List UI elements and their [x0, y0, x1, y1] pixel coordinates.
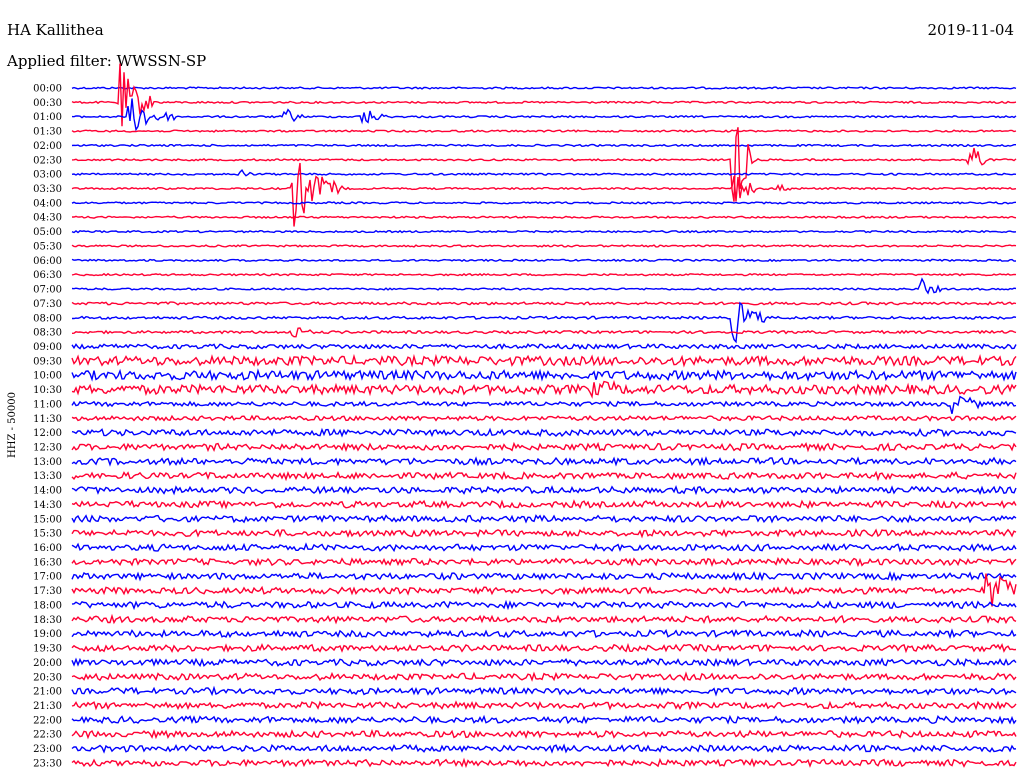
row-label: 20:30: [33, 672, 62, 683]
trace-line: [71, 229, 1017, 234]
row-label: 06:30: [33, 270, 62, 281]
row-label: 14:00: [33, 486, 62, 497]
row-label: 05:30: [33, 241, 62, 252]
trace-line: [71, 700, 1017, 711]
trace-line: [71, 714, 1017, 725]
trace-line: [71, 499, 1017, 510]
row-label: 10:00: [33, 371, 62, 382]
row-label: 04:30: [33, 213, 62, 224]
row-label: 16:30: [33, 557, 62, 568]
trace-line: [71, 342, 1017, 350]
row-label: 04:00: [33, 198, 62, 209]
trace-line: [71, 542, 1017, 553]
row-label: 07:30: [33, 299, 62, 310]
trace-line: [71, 414, 1017, 422]
trace-line: [71, 327, 1017, 338]
trace-line: [71, 556, 1017, 568]
row-label: 01:30: [33, 127, 62, 138]
row-label: 00:00: [33, 84, 62, 95]
trace-line: [71, 514, 1017, 524]
row-label: 12:00: [33, 428, 62, 439]
row-label: 14:30: [33, 500, 62, 511]
seismic-traces: [71, 63, 1017, 769]
trace-line: [71, 201, 1017, 205]
trace-line: [71, 484, 1017, 496]
trace-line: [71, 272, 1017, 277]
trace-line: [71, 427, 1017, 438]
trace-line: [71, 456, 1017, 467]
row-label: 22:30: [33, 730, 62, 741]
trace-line: [71, 129, 1017, 133]
row-label: 03:00: [33, 170, 62, 181]
trace-line: [71, 379, 1017, 399]
row-label: 22:00: [33, 715, 62, 726]
trace-line: [71, 528, 1017, 539]
row-label: 13:00: [33, 457, 62, 468]
time-row-labels: 00:00 00:30 01:00 01:30 02:00 02:30 03:00 03:30…: [33, 84, 62, 770]
trace-line: [71, 757, 1017, 769]
trace-line: [71, 127, 1017, 202]
row-label: 16:00: [33, 543, 62, 554]
filter-label: Applied filter: WWSSN-SP: [6, 52, 206, 70]
row-label: 00:30: [33, 98, 62, 109]
row-label: 01:00: [33, 112, 62, 123]
row-label: 10:30: [33, 385, 62, 396]
trace-line: [72, 215, 1017, 219]
row-label: 17:30: [33, 586, 62, 597]
row-label: 15:30: [33, 529, 62, 540]
trace-line: [71, 671, 1017, 682]
row-label: 08:00: [33, 313, 62, 324]
trace-line: [71, 599, 1017, 611]
trace-line: [71, 368, 1017, 382]
chart-date: 2019-11-04: [928, 21, 1014, 39]
trace-line: [71, 743, 1017, 754]
row-label: 12:30: [33, 443, 62, 454]
trace-line: [71, 441, 1017, 453]
row-label: 02:00: [33, 141, 62, 152]
trace-line: [71, 301, 1017, 306]
trace-line: [71, 570, 1017, 582]
row-label: 15:00: [33, 514, 62, 525]
row-label: 07:00: [33, 285, 62, 296]
trace-line: [71, 244, 1017, 248]
row-label: 18:30: [33, 615, 62, 626]
row-label: 09:30: [33, 356, 62, 367]
row-label: 06:00: [33, 256, 62, 267]
row-label: 21:00: [33, 687, 62, 698]
trace-line: [71, 470, 1017, 482]
row-label: 23:00: [33, 744, 62, 755]
trace-line: [71, 685, 1017, 697]
row-label: 17:00: [33, 572, 62, 583]
row-label: 05:00: [33, 227, 62, 238]
trace-line: [71, 86, 1017, 90]
row-label: 11:30: [33, 414, 62, 425]
trace-line: [72, 301, 1017, 344]
trace-line: [71, 728, 1017, 740]
channel-axis-label: HHZ - 50000: [7, 392, 18, 458]
row-label: 20:00: [33, 658, 62, 669]
trace-line: [71, 258, 1017, 263]
helicorder-chart: HA Kallithea 2019-11-04 Applied filter: …: [6, 21, 1017, 770]
trace-line: [71, 168, 1017, 177]
trace-line: [71, 642, 1017, 654]
row-label: 08:30: [33, 328, 62, 339]
trace-line: [71, 657, 1017, 668]
trace-line: [71, 353, 1017, 368]
row-label: 21:30: [33, 701, 62, 712]
row-label: 18:00: [33, 600, 62, 611]
row-label: 09:00: [33, 342, 62, 353]
trace-line: [71, 143, 1016, 148]
trace-line: [71, 277, 1017, 295]
row-label: 23:30: [33, 758, 62, 769]
row-label: 19:00: [33, 629, 62, 640]
station-title: HA Kallithea: [7, 21, 104, 39]
trace-line: [71, 613, 1017, 625]
trace-line: [71, 395, 1017, 414]
row-label: 03:30: [33, 184, 62, 195]
trace-line: [71, 628, 1017, 640]
row-label: 02:30: [33, 155, 62, 166]
row-label: 13:30: [33, 471, 62, 482]
row-label: 19:30: [33, 644, 62, 655]
row-label: 11:00: [33, 399, 62, 410]
